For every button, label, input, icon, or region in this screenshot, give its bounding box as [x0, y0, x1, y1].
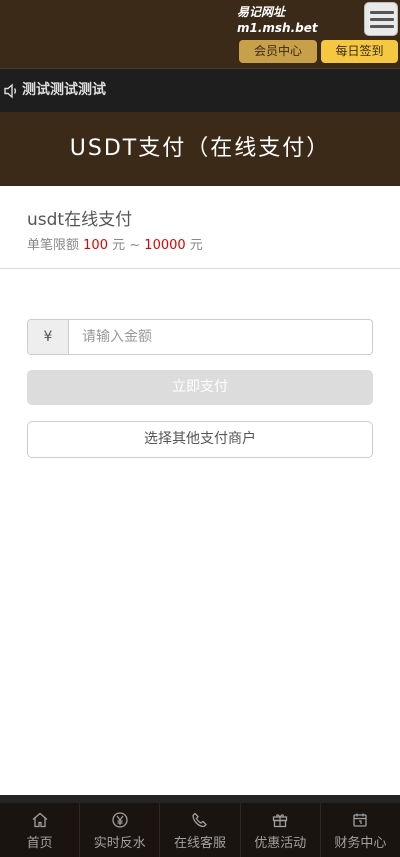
- gift-icon: [273, 814, 288, 828]
- nav-label: 实时反水: [93, 836, 146, 851]
- nav-label: 优惠活动: [254, 836, 307, 851]
- notice-bar: 测试测试测试: [0, 68, 400, 112]
- home-icon: [32, 812, 48, 828]
- limit-max: 10000: [144, 238, 186, 253]
- top-header: 易记网址 m1.msh.bet 会员中心 每日签到: [0, 0, 400, 68]
- bottom-nav: 首页 实时反水 在线客服 优惠活动 财务中心: [0, 795, 400, 857]
- yen-coin-icon: [112, 812, 128, 828]
- daily-signin-button[interactable]: 每日签到: [321, 40, 398, 63]
- nav-item-home[interactable]: 首页: [0, 803, 81, 857]
- limit-prefix: 单笔限额: [27, 238, 80, 253]
- nav-label: 财务中心: [334, 836, 387, 851]
- site-url: m1.msh.bet: [237, 21, 318, 35]
- member-center-button[interactable]: 会员中心: [239, 40, 317, 63]
- nav-label: 在线客服: [174, 836, 227, 851]
- nav-label: 首页: [26, 836, 53, 851]
- nav-item-service[interactable]: 在线客服: [160, 803, 241, 857]
- title-band: USDT支付（在线支付）: [0, 112, 400, 186]
- hamburger-icon: [370, 18, 394, 21]
- nav-item-finance[interactable]: 财务中心: [321, 803, 400, 857]
- site-url-block[interactable]: 易记网址 m1.msh.bet: [237, 4, 318, 36]
- pay-now-button[interactable]: 立即支付: [27, 370, 373, 405]
- limit-unit: 元: [189, 238, 203, 253]
- nav-item-promo[interactable]: 优惠活动: [241, 803, 321, 857]
- payment-info: usdt在线支付 单笔限额 100 元 ~ 10000 元: [0, 186, 400, 269]
- nav-item-rebate[interactable]: 实时反水: [80, 803, 161, 857]
- amount-field-group: ¥: [27, 319, 373, 355]
- speaker-icon: [4, 83, 17, 99]
- calendar-icon: [353, 813, 368, 827]
- limit-min: 100: [83, 238, 108, 253]
- hamburger-icon: [370, 11, 394, 14]
- notice-text: 测试测试测试: [22, 82, 106, 98]
- phone-icon: [192, 812, 207, 828]
- other-merchant-button[interactable]: 选择其他支付商户: [27, 421, 373, 458]
- payment-limit: 单笔限额 100 元 ~ 10000 元: [27, 234, 203, 253]
- amount-input[interactable]: [70, 320, 372, 354]
- page-title: USDT支付（在线支付）: [69, 136, 331, 161]
- payment-name: usdt在线支付: [27, 210, 133, 230]
- limit-unit: 元 ~: [112, 238, 141, 253]
- menu-button[interactable]: [364, 2, 398, 36]
- hamburger-icon: [370, 25, 394, 28]
- site-url-label: 易记网址: [237, 5, 286, 19]
- currency-symbol: ¥: [28, 320, 69, 354]
